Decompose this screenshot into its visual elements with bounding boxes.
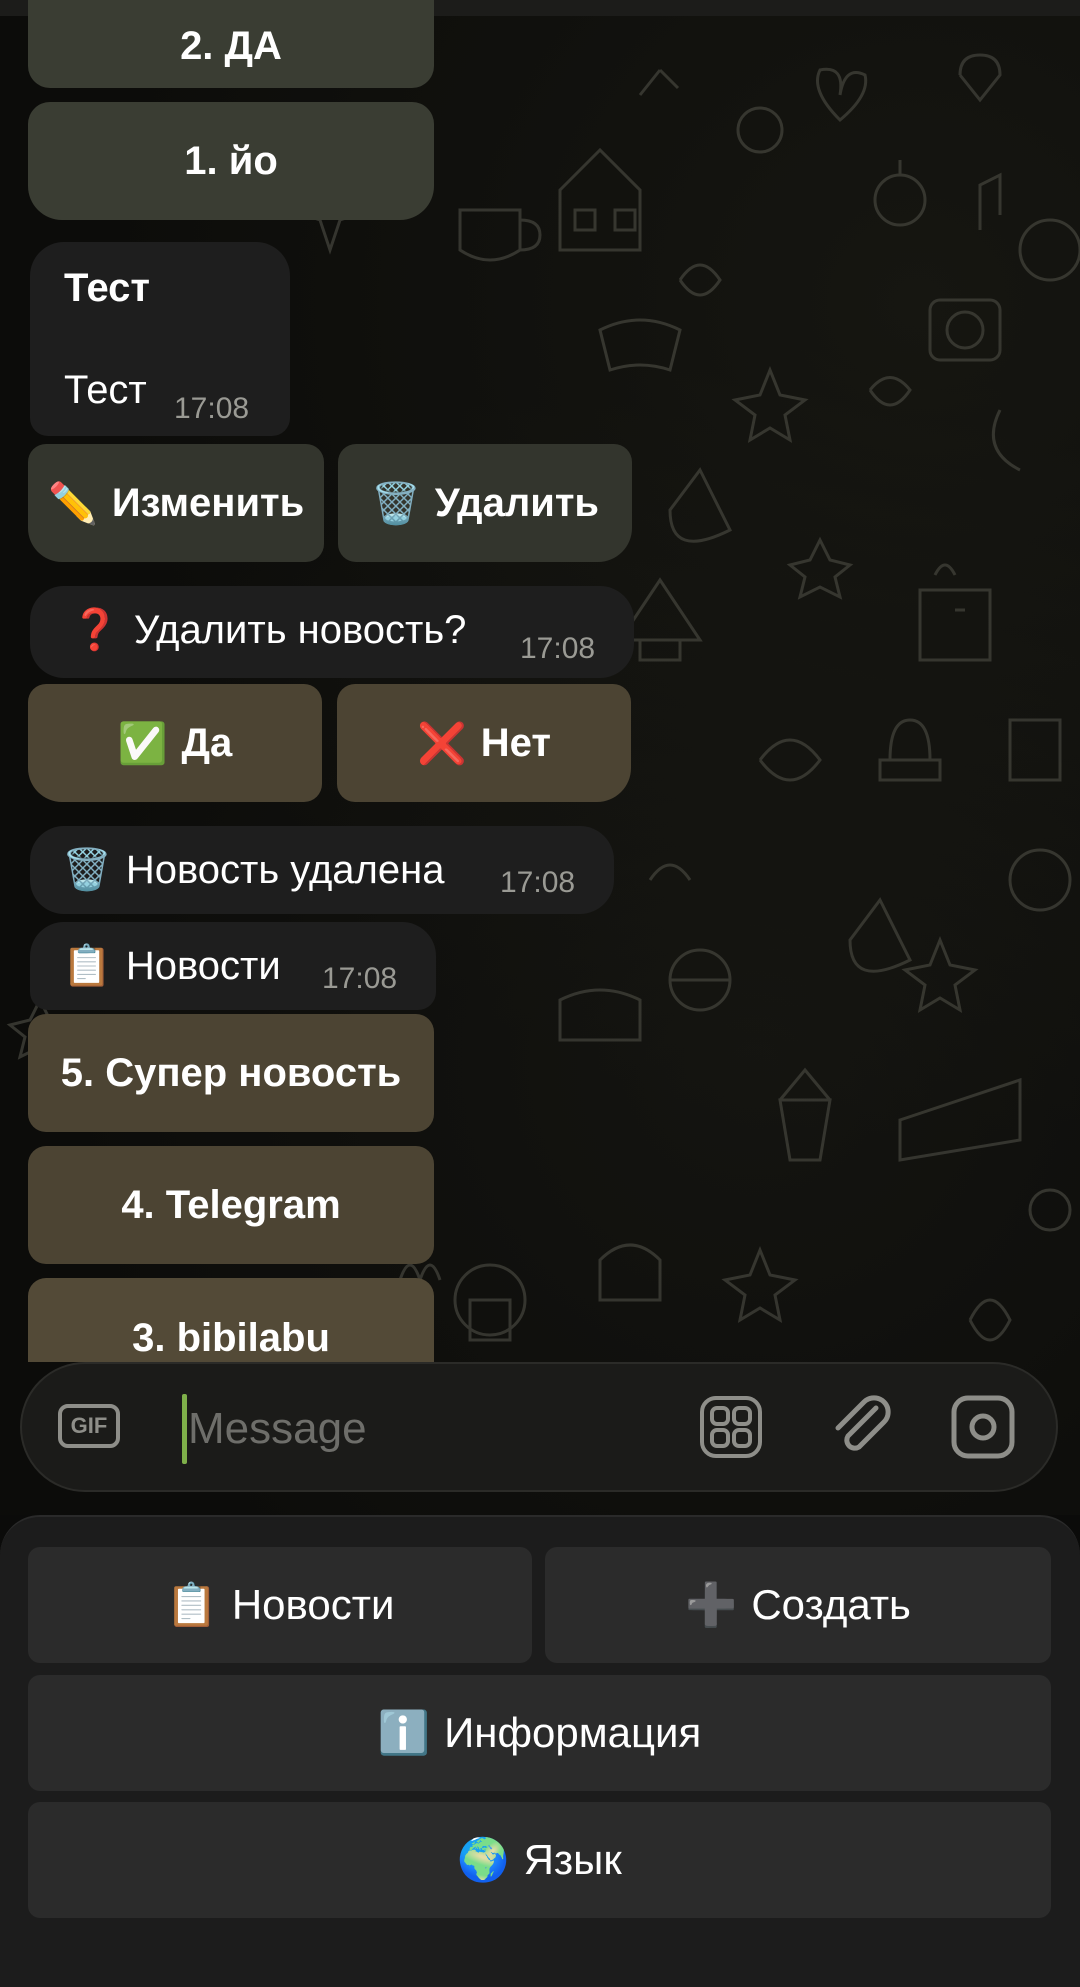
- trash-icon: 🗑️: [62, 848, 112, 892]
- delete-label: Удалить: [434, 480, 599, 525]
- info-icon: ℹ️: [377, 1708, 431, 1756]
- message-bubble-news: 📋 Новости 17:08: [30, 922, 436, 1010]
- pencil-icon: ✏️: [48, 481, 98, 526]
- news-item-button-4[interactable]: 4. Telegram: [28, 1146, 434, 1264]
- news-item-button-5[interactable]: 5. Супер новость: [28, 1014, 434, 1132]
- message-time: 17:08: [520, 632, 596, 665]
- check-icon: ✅: [117, 721, 168, 766]
- sticker-grid-icon[interactable]: [698, 1394, 764, 1460]
- message-text: Новости: [125, 944, 281, 988]
- news-item-label: 3. bibilabu: [132, 1316, 330, 1360]
- edit-label: Изменить: [111, 480, 305, 525]
- inline-button-label: 1. йо: [184, 138, 278, 183]
- keyboard-button-label: Создать: [751, 1581, 911, 1628]
- edit-button[interactable]: ✏️ Изменить: [28, 444, 324, 562]
- globe-icon: 🌍: [457, 1835, 510, 1883]
- no-button[interactable]: ❌ Нет: [337, 684, 631, 802]
- message-time: 17:08: [500, 866, 576, 899]
- message-bubble-confirm: ❓ Удалить новость? 17:08: [30, 586, 634, 678]
- no-label: Нет: [480, 720, 551, 765]
- gif-label: GIF: [70, 1413, 108, 1438]
- question-icon: ❓: [70, 608, 120, 652]
- message-text: Новость удалена: [125, 848, 445, 892]
- news-item-label: 4. Telegram: [121, 1182, 341, 1227]
- paperclip-icon[interactable]: [828, 1394, 894, 1460]
- message-composer: GIF: [20, 1362, 1058, 1492]
- message-body: Тест: [64, 368, 147, 412]
- news-item-label: 5. Супер новость: [60, 1050, 402, 1095]
- trash-icon: 🗑️: [371, 481, 421, 526]
- bot-reply-keyboard: 📋 Новости ➕ Создать ℹ️ Информация 🌍 Язык: [0, 1515, 1080, 1987]
- message-title: Тест: [64, 266, 150, 310]
- clipboard-icon: 📋: [62, 944, 112, 988]
- keyboard-button-language[interactable]: 🌍 Язык: [28, 1802, 1051, 1918]
- message-bubble-test: Тест Тест 17:08: [30, 242, 290, 436]
- cross-icon: ❌: [416, 721, 467, 766]
- inline-button-news-1[interactable]: 1. йо: [28, 102, 434, 220]
- delete-button[interactable]: 🗑️ Удалить: [338, 444, 632, 562]
- inline-button-label: 2. ДА: [180, 23, 282, 68]
- yes-button[interactable]: ✅ Да: [28, 684, 322, 802]
- message-input[interactable]: [186, 1388, 710, 1470]
- clipboard-icon: 📋: [165, 1580, 218, 1628]
- message-text: Удалить новость?: [133, 608, 467, 652]
- inline-button-news-2[interactable]: 2. ДА: [28, 0, 434, 88]
- keyboard-button-info[interactable]: ℹ️ Информация: [28, 1675, 1051, 1791]
- keyboard-button-news[interactable]: 📋 Новости: [28, 1547, 532, 1663]
- keyboard-button-label: Новости: [231, 1581, 395, 1628]
- message-time: 17:08: [174, 392, 250, 425]
- message-time: 17:08: [322, 962, 398, 995]
- news-item-button-3[interactable]: 3. bibilabu: [28, 1278, 434, 1362]
- plus-icon: ➕: [685, 1580, 738, 1628]
- message-bubble-deleted: 🗑️ Новость удалена 17:08: [30, 826, 614, 914]
- camera-icon[interactable]: [950, 1394, 1016, 1460]
- gif-icon[interactable]: GIF: [58, 1404, 120, 1448]
- keyboard-button-create[interactable]: ➕ Создать: [545, 1547, 1051, 1663]
- keyboard-button-label: Язык: [523, 1836, 622, 1883]
- yes-label: Да: [181, 720, 233, 765]
- keyboard-button-label: Информация: [444, 1709, 702, 1756]
